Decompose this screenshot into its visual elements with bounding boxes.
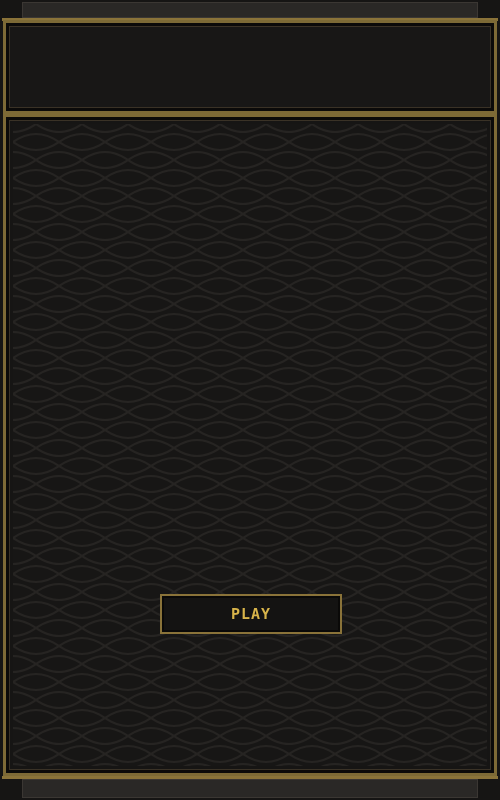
game-screen: PLAY xyxy=(0,0,500,800)
main-panel xyxy=(3,114,497,776)
header-panel xyxy=(3,20,497,114)
top-strip xyxy=(22,2,478,18)
background-pattern xyxy=(13,124,487,766)
bottom-strip xyxy=(22,779,478,798)
play-button[interactable]: PLAY xyxy=(160,594,342,634)
play-button-label: PLAY xyxy=(230,605,272,623)
